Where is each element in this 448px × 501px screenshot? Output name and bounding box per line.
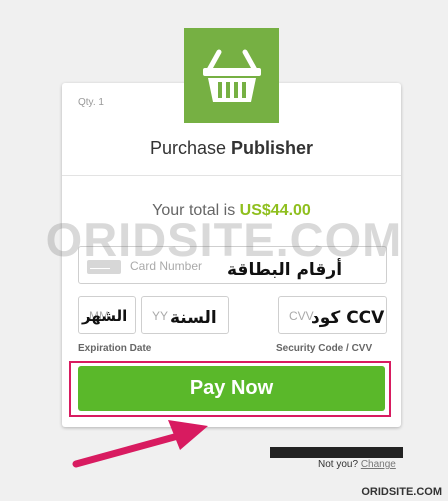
basket-icon <box>202 49 261 102</box>
change-link[interactable]: Change <box>361 459 396 470</box>
quantity-label: Qty. 1 <box>78 97 104 108</box>
month-annotation: الشهر <box>82 307 128 325</box>
cvv-input[interactable]: CVV كود CCV <box>278 296 387 334</box>
total-label: Your total is <box>152 202 236 219</box>
card-number-input[interactable]: Card Number أرقام البطاقة <box>78 246 387 284</box>
basket-logo <box>184 28 279 123</box>
expiration-label: Expiration Date <box>78 343 152 354</box>
divider <box>62 175 401 176</box>
bottom-watermark: ORIDSITE.COM <box>361 486 442 498</box>
cvv-placeholder: CVV <box>289 309 314 323</box>
not-you-text: Not you? <box>318 459 359 470</box>
card-number-annotation: أرقام البطاقة <box>227 260 343 280</box>
total-line: Your total is US$44.00 <box>62 202 401 220</box>
title-prefix: Purchase <box>149 138 226 158</box>
expiry-month-input[interactable]: MM الشهر <box>78 296 136 334</box>
total-amount: US$44.00 <box>239 202 311 219</box>
annotation-arrow-icon <box>72 420 208 468</box>
cvv-annotation: كود CCV <box>311 308 385 328</box>
year-placeholder: YY <box>152 309 169 323</box>
purchase-title: Purchase Publisher <box>62 138 401 159</box>
year-annotation: السنة <box>170 308 217 328</box>
pay-now-button[interactable]: Pay Now <box>78 366 385 411</box>
redacted-email <box>270 447 403 458</box>
security-code-label: Security Code / CVV <box>276 343 373 354</box>
product-name: Publisher <box>231 138 314 158</box>
not-you-line: Not you? Change <box>318 459 396 470</box>
expiry-year-input[interactable]: YY السنة <box>141 296 229 334</box>
credit-card-icon <box>87 260 121 274</box>
card-number-placeholder: Card Number <box>130 259 203 273</box>
